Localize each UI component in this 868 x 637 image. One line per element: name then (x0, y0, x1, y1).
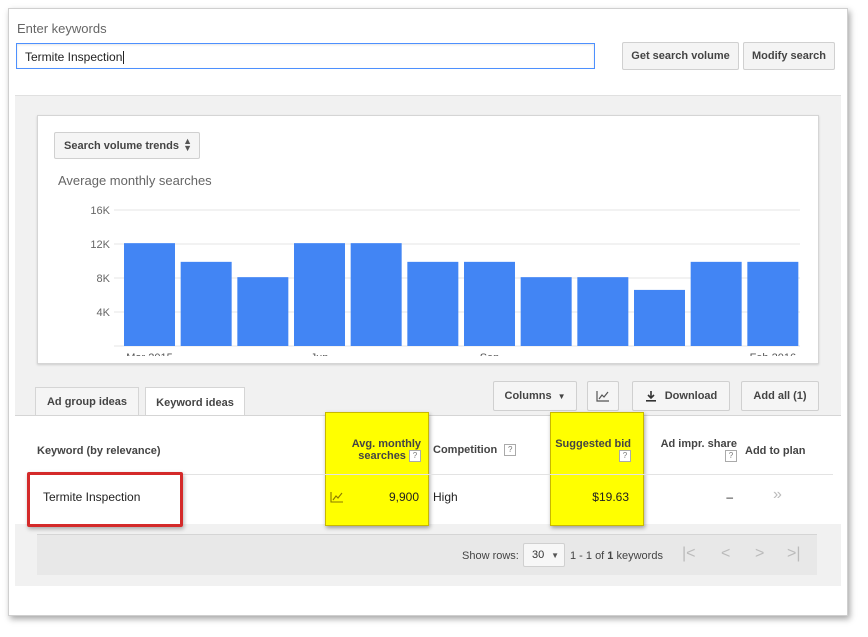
keyword-planner-window: Enter keywords Termite Inspection Get se… (8, 8, 848, 616)
keyword-column-header[interactable]: Keyword (by relevance) (37, 445, 161, 457)
x-tick-label: Feb 2016 (750, 352, 796, 356)
avg-header-line1: Avg. monthly (351, 438, 421, 450)
help-icon[interactable]: ? (504, 444, 517, 457)
columns-button[interactable]: Columns ▼ (493, 381, 577, 411)
bar (294, 243, 345, 346)
rows-per-page-value: 30 (532, 549, 545, 561)
avg-searches-cell: 9,900 (388, 490, 419, 504)
dropdown-arrow-icon: ▼ (557, 391, 566, 401)
last-page-icon[interactable]: >| (787, 545, 801, 563)
download-icon (645, 391, 656, 402)
modify-search-button[interactable]: Modify search (743, 42, 835, 70)
text-caret (123, 51, 125, 65)
bar (747, 261, 799, 346)
keyword-annotation-box (27, 472, 183, 527)
range-suffix: keywords (613, 550, 663, 562)
suggested-bid-header[interactable]: Suggested bid ? (555, 438, 631, 463)
bar (180, 261, 232, 346)
first-page-icon[interactable]: |< (682, 545, 696, 563)
show-rows-label: Show rows: (462, 550, 519, 562)
ad-impr-share-cell: – (726, 490, 733, 504)
enter-keywords-label: Enter keywords (17, 21, 107, 36)
page-range-text: 1 - 1 of 1 keywords (570, 550, 663, 562)
download-button[interactable]: Download (632, 381, 730, 411)
x-tick-label: Mar 2015 (126, 352, 172, 356)
next-page-icon[interactable]: > (755, 545, 764, 563)
bar (464, 261, 515, 346)
help-icon[interactable]: ? (409, 450, 421, 463)
y-tick-label: 16K (90, 205, 110, 217)
bid-header-label: Suggested bid (555, 438, 631, 450)
competition-header-label: Competition (433, 444, 498, 456)
competition-header[interactable]: Competition ? (433, 444, 517, 457)
tab-ad-group-ideas[interactable]: Ad group ideas (35, 387, 139, 415)
add-to-plan-header: Add to plan (745, 445, 806, 457)
trend-chart-icon[interactable] (330, 491, 344, 503)
avg-monthly-searches-header[interactable]: Avg. monthly searches ? (333, 438, 421, 463)
get-search-volume-button[interactable]: Get search volume (622, 42, 739, 70)
chart-toggle-button[interactable] (587, 381, 619, 411)
y-tick-label: 4K (97, 307, 111, 319)
sort-arrows-icon: ▲ ▼ (183, 136, 192, 153)
dropdown-arrow-icon: ▼ (551, 550, 559, 560)
x-tick-label: Sep (480, 352, 500, 356)
previous-page-icon[interactable]: < (721, 545, 730, 563)
trend-select-label: Search volume trends (64, 139, 179, 152)
avg-searches-highlight (325, 412, 429, 526)
competition-cell: High (433, 490, 458, 504)
rows-per-page-select[interactable]: 30 ▼ (523, 543, 565, 567)
table-footer: Show rows: 30 ▼ 1 - 1 of 1 keywords |< <… (37, 534, 817, 575)
line-chart-icon (596, 391, 609, 402)
range-prefix: 1 - 1 of (570, 550, 608, 562)
bar (124, 243, 175, 346)
tab-keyword-ideas[interactable]: Keyword ideas (145, 387, 245, 417)
search-volume-trends-select[interactable]: Search volume trends ▲ ▼ (54, 132, 200, 159)
impr-header-label: Ad impr. share (660, 438, 737, 450)
ad-impr-share-header[interactable]: Ad impr. share ? (655, 438, 737, 463)
bar (690, 261, 742, 346)
y-tick-label: 8K (97, 273, 111, 285)
bar (237, 277, 289, 346)
bar (634, 289, 685, 346)
suggested-bid-highlight (550, 412, 644, 526)
help-icon[interactable]: ? (725, 450, 737, 463)
columns-label: Columns (504, 390, 552, 402)
keyword-input-value: Termite Inspection (25, 50, 123, 64)
keyword-input[interactable]: Termite Inspection (16, 43, 595, 69)
help-icon[interactable]: ? (619, 450, 631, 463)
bar-chart: 4K 8K 12K 16K Mar 2015 Jun Sep Feb 2016 (90, 205, 800, 356)
avg-header-line2: searches (358, 450, 406, 462)
bar (350, 243, 402, 346)
x-tick-label: Jun (311, 352, 329, 356)
download-label: Download (664, 390, 718, 402)
bar (577, 277, 629, 346)
bar (520, 277, 572, 346)
bar (407, 261, 459, 346)
suggested-bid-cell: $19.63 (592, 490, 629, 504)
add-all-button[interactable]: Add all (1) (741, 381, 819, 411)
y-tick-label: 12K (90, 239, 110, 251)
search-volume-chart-card: Search volume trends ▲ ▼ Average monthly … (37, 115, 819, 364)
add-to-plan-button[interactable]: » (773, 486, 782, 504)
